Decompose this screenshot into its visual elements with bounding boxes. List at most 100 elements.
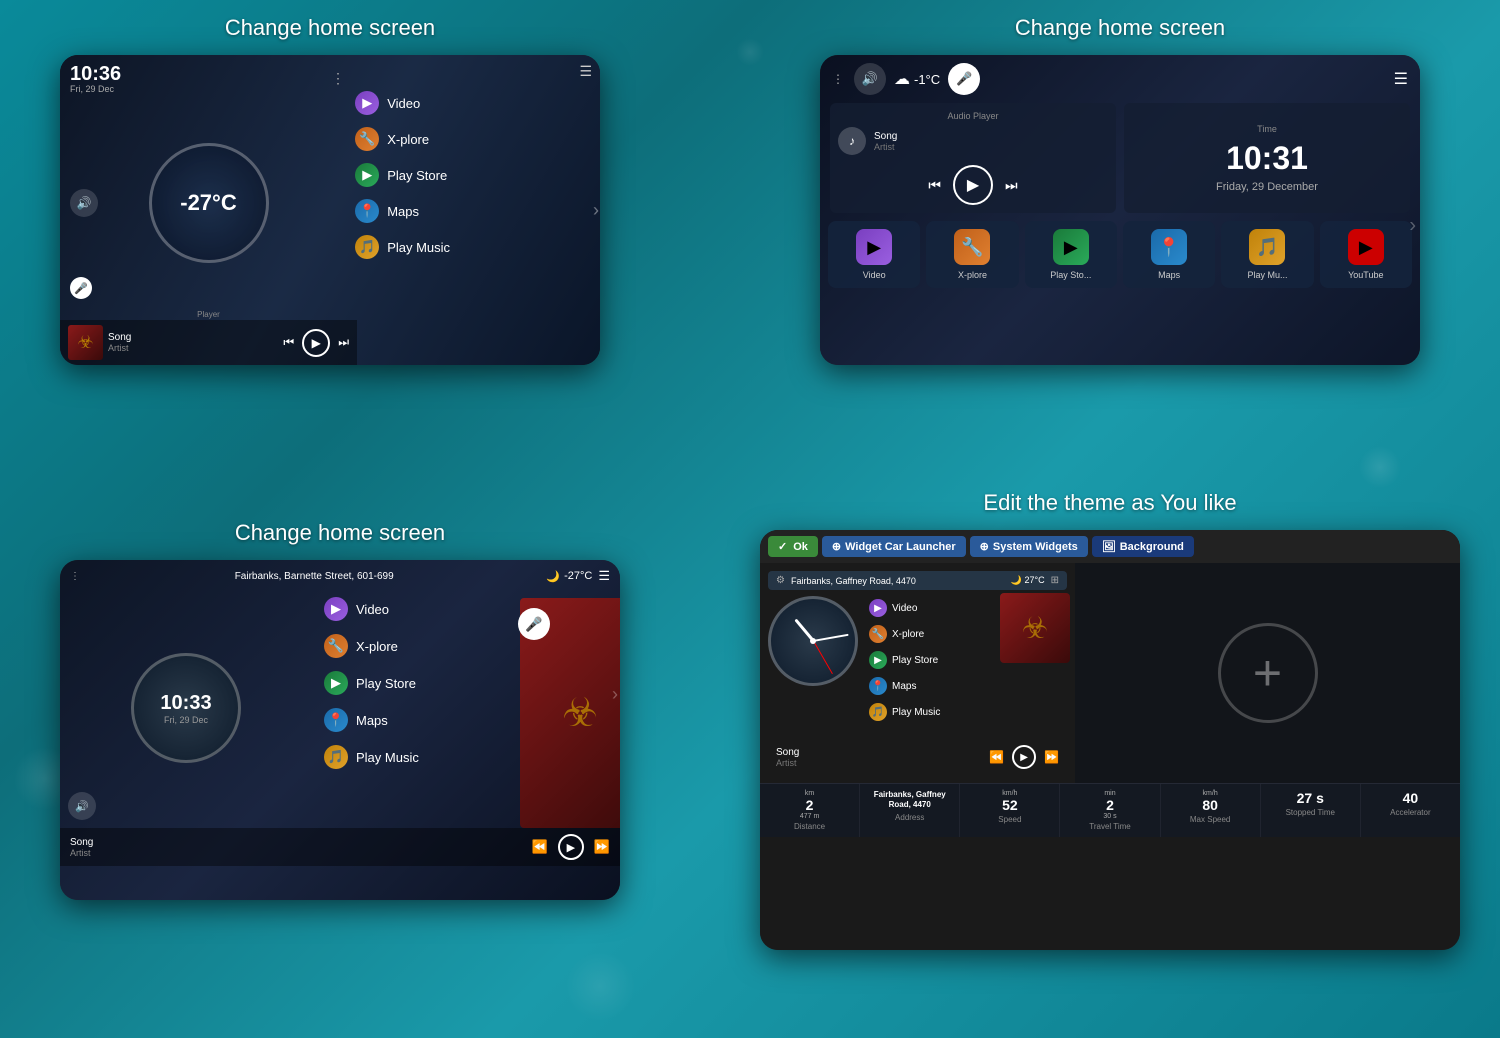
s1-play-btn[interactable]: ▶ [302, 329, 330, 357]
s3-song-artist: Artist [70, 848, 526, 858]
s3-more-icon[interactable]: ⋮ [70, 571, 82, 582]
s4-ok-label: Ok [793, 541, 808, 553]
s2-mic-btn[interactable]: 🎤 [948, 63, 980, 95]
screen-3: ⋮ Fairbanks, Barnette Street, 601-699 🌙 … [60, 560, 620, 900]
s4-big-plus-area: + [1075, 563, 1460, 783]
s1-chevron-right-icon: › [593, 200, 599, 221]
s3-playstore-icon: ▶ [324, 671, 348, 695]
s4-dist-value: 2 [764, 797, 855, 813]
s3-clock-date: Fri, 29 Dec [164, 715, 208, 725]
s3-playstore-label: Play Store [356, 676, 416, 691]
phone-1: 10:36 Fri, 29 Dec ⋮ 🔊 -27°C 🎤 Player [60, 55, 600, 365]
s4-play-btn[interactable]: ▶ [1012, 745, 1036, 769]
s1-menu-maps[interactable]: 📍 Maps [351, 194, 592, 228]
s4-add-widget-btn[interactable]: + [1218, 623, 1318, 723]
s3-speaker-btn[interactable]: 🔊 [68, 792, 96, 820]
s2-app-maps[interactable]: 📍 Maps [1123, 221, 1215, 288]
s2-playstore-icon: ▶ [1053, 229, 1089, 265]
s2-app-playstore[interactable]: ▶ Play Sto... [1025, 221, 1117, 288]
s2-app-xplore[interactable]: 🔧 X-plore [926, 221, 1018, 288]
s4-mini-playmusic-icon: 🎵 [869, 703, 887, 721]
s1-temperature: -27°C [180, 190, 236, 216]
s4-sys-btn[interactable]: ⊕ System Widgets [970, 536, 1088, 557]
s2-temperature: -1°C [914, 72, 940, 87]
s2-next-btn[interactable]: ⏭ [1005, 177, 1018, 194]
s3-topbar: ⋮ Fairbanks, Barnette Street, 601-699 🌙 … [60, 560, 620, 588]
s2-audio-controls: ⏮ ▶ ⏭ [838, 165, 1108, 205]
s4-stopped-label: Stopped Time [1265, 808, 1356, 817]
s1-menu-xplore[interactable]: 🔧 X-plore [351, 122, 592, 156]
q4-title: Edit the theme as You like [983, 490, 1236, 516]
s4-stats-row: km 2 477 m Distance Fairbanks, Gaffney R… [760, 783, 1460, 837]
s1-mic-btn[interactable]: 🎤 [70, 277, 92, 299]
s3-main-area: 10:33 Fri, 29 Dec 🔊 ▶ Video 🔧 X-plore [60, 588, 620, 828]
s2-app-playmusic[interactable]: 🎵 Play Mu... [1221, 221, 1313, 288]
s3-playmusic-label: Play Music [356, 750, 419, 765]
s1-hamburger-icon[interactable]: ☰ [579, 63, 592, 80]
s2-song-icon: ♪ [838, 127, 866, 155]
quadrant-1: Change home screen 10:36 Fri, 29 Dec ⋮ 🔊… [20, 15, 640, 365]
s4-mini-video-icon: ▶ [869, 599, 887, 617]
s3-fastfwd-btn[interactable]: ⏩ [594, 839, 610, 855]
q3-title: Change home screen [235, 520, 445, 546]
s2-app-youtube[interactable]: ▶ YouTube [1320, 221, 1412, 288]
s4-addr-text: Fairbanks, Gaffney Road, 4470 [791, 576, 1005, 586]
s4-maxspeed-value: 80 [1165, 797, 1256, 813]
s2-speaker-btn[interactable]: 🔊 [854, 63, 886, 95]
s4-addr-value: Fairbanks, Gaffney Road, 4470 [864, 790, 955, 811]
s4-mini-video-label: Video [892, 603, 917, 614]
s4-rewind-btn[interactable]: ⏪ [989, 750, 1004, 764]
s4-grid-icon: ⊞ [1051, 575, 1059, 586]
s4-image-icon: 🖼 [1102, 540, 1116, 553]
s1-scroll-indicator: › [590, 180, 600, 240]
s4-ok-btn[interactable]: ✓ Ok [768, 536, 818, 557]
quadrant-4: Edit the theme as You like ✓ Ok ⊕ Widget… [730, 490, 1490, 950]
s3-video-icon: ▶ [324, 597, 348, 621]
s4-list-playmusic[interactable]: 🎵 Play Music [866, 700, 1067, 724]
s2-cloud-icon: ☁ [894, 69, 910, 89]
s2-time-label: Time [1257, 124, 1277, 134]
s1-menu-playstore[interactable]: ▶ Play Store [351, 158, 592, 192]
s1-topbar: 10:36 Fri, 29 Dec ⋮ [60, 55, 357, 98]
s1-video-label: Video [387, 96, 420, 111]
s1-right-top: ☰ [351, 63, 592, 84]
s4-plus-icon-1: ⊕ [832, 540, 841, 553]
s2-prev-btn[interactable]: ⏮ [928, 177, 941, 194]
s1-time: 10:36 [70, 63, 121, 85]
s2-play-btn[interactable]: ▶ [953, 165, 993, 205]
s2-hamburger-icon[interactable]: ☰ [1394, 69, 1408, 89]
s1-menu-playmusic[interactable]: 🎵 Play Music [351, 230, 592, 264]
s2-more-icon[interactable]: ⋮ [832, 72, 846, 86]
s2-audio-label: Audio Player [838, 111, 1108, 121]
s2-song-artist: Artist [874, 142, 1108, 152]
s3-xplore-label: X-plore [356, 639, 398, 654]
s3-mic-overlay[interactable]: 🎤 [518, 608, 550, 640]
s1-maps-icon: 📍 [355, 199, 379, 223]
s2-xplore-label: X-plore [958, 270, 987, 280]
s4-fastfwd-btn[interactable]: ⏩ [1044, 750, 1059, 764]
s4-stat-address: Fairbanks, Gaffney Road, 4470 Address [860, 784, 960, 837]
s3-hamburger-icon[interactable]: ☰ [598, 568, 610, 584]
s4-center-dot [810, 638, 816, 644]
s3-rewind-btn[interactable]: ⏪ [532, 839, 548, 855]
s1-prev-btn[interactable]: ⏮ [283, 335, 294, 350]
s4-travel-unit: min [1064, 790, 1155, 797]
s4-player-controls: ⏪ ▶ ⏩ [989, 745, 1059, 769]
s1-playstore-icon: ▶ [355, 163, 379, 187]
s1-menu-video[interactable]: ▶ Video [351, 86, 592, 120]
s4-maxspeed-unit: km/h [1165, 790, 1256, 797]
s4-bg-btn[interactable]: 🖼 Background [1092, 536, 1194, 557]
s3-clock-time: 10:33 [160, 692, 211, 715]
s4-widget-btn[interactable]: ⊕ Widget Car Launcher [822, 536, 966, 557]
s2-app-video[interactable]: ▶ Video [828, 221, 920, 288]
s4-song-title: Song [776, 747, 981, 758]
s1-speaker-btn[interactable]: 🔊 [70, 189, 98, 217]
s4-stat-travel: min 2 30 s Travel Time [1060, 784, 1160, 837]
s4-song-artist: Artist [776, 758, 981, 768]
s4-addr-label: Address [864, 813, 955, 822]
s4-sec-hand [813, 641, 833, 674]
s1-song-info: Song Artist [108, 332, 278, 353]
s3-play-btn[interactable]: ▶ [558, 834, 584, 860]
s1-more-icon[interactable]: ⋮ [331, 70, 347, 87]
s4-list-maps[interactable]: 📍 Maps [866, 674, 1067, 698]
